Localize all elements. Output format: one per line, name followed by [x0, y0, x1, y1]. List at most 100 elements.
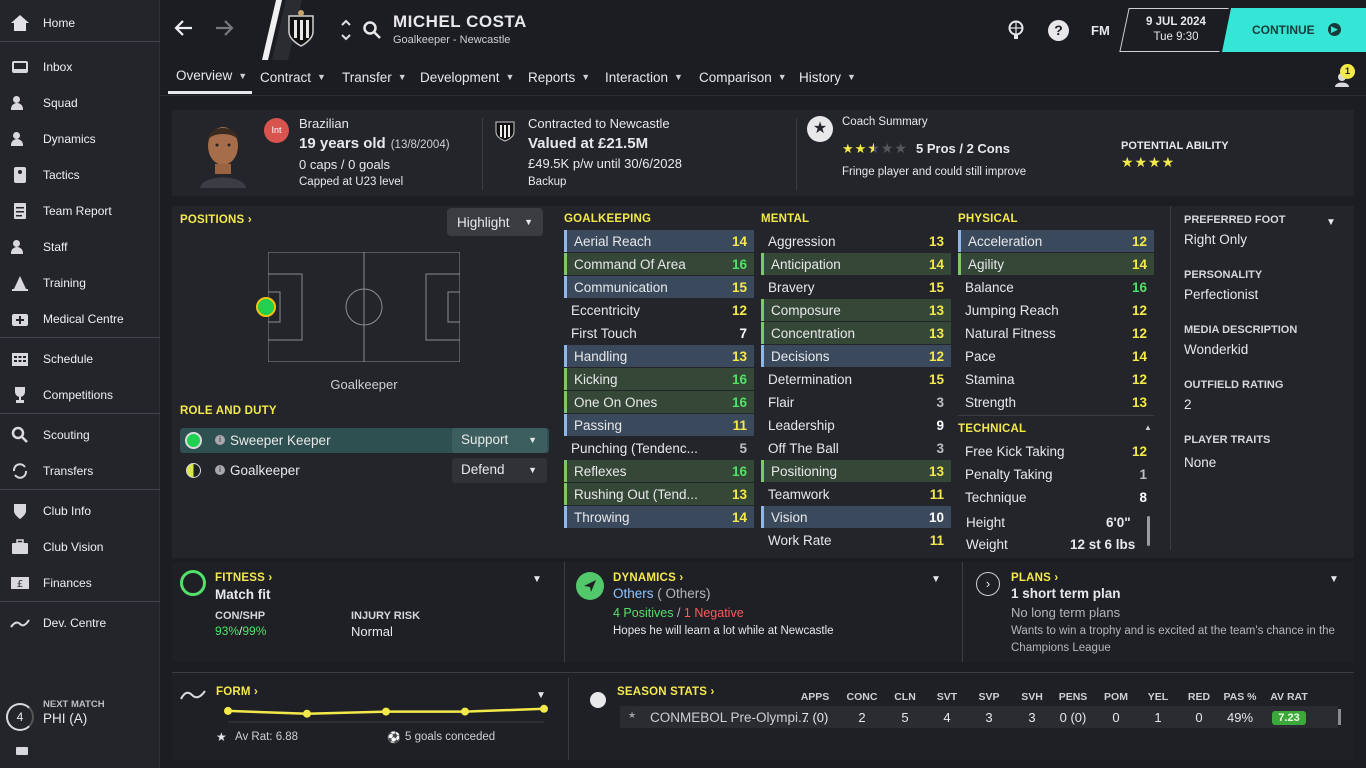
attribute-row[interactable]: Flair 3	[761, 391, 951, 413]
attribute-row[interactable]: Agility 14	[958, 253, 1154, 275]
sidebar-item-club-vision[interactable]: Club Vision	[0, 532, 160, 562]
sidebar-item-team-report[interactable]: Team Report	[0, 196, 160, 226]
collapse-up-icon[interactable]: ▲	[1144, 423, 1152, 432]
attribute-row[interactable]: Pace 14	[958, 345, 1154, 367]
form-point[interactable]	[224, 706, 232, 715]
attribute-row[interactable]: Bravery 15	[761, 276, 951, 298]
sidebar-item-competitions[interactable]: Competitions	[0, 380, 160, 410]
attribute-row[interactable]: Punching (Tendenc... 5	[564, 437, 754, 459]
info-icon[interactable]: i	[215, 465, 225, 475]
attribute-row[interactable]: Determination 15	[761, 368, 951, 390]
sidebar-item-transfers[interactable]: Transfers	[0, 456, 160, 486]
scrollbar[interactable]	[1338, 709, 1341, 725]
scrollbar[interactable]	[1147, 516, 1150, 546]
sidebar-item-dev-centre[interactable]: Dev. Centre	[0, 608, 160, 638]
attribute-row[interactable]: Passing 11	[564, 414, 754, 436]
stat-header[interactable]: POM	[1097, 691, 1135, 703]
sidebar-item-home[interactable]: Home	[0, 8, 160, 38]
tab-contract[interactable]: Contract ▼	[260, 60, 326, 94]
tab-reports[interactable]: Reports ▼	[528, 60, 590, 94]
search-icon[interactable]	[362, 20, 382, 43]
attribute-row[interactable]: Handling 13	[564, 345, 754, 367]
attribute-row[interactable]: Throwing 14	[564, 506, 754, 528]
form-link[interactable]: FORM ›	[216, 686, 258, 698]
attribute-row[interactable]: Communication 15	[564, 276, 754, 298]
sidebar-item-squad[interactable]: Squad	[0, 88, 160, 118]
sidebar-item-scouting[interactable]: Scouting	[0, 420, 160, 450]
stat-header[interactable]: YEL	[1139, 691, 1177, 703]
attribute-row[interactable]: Aerial Reach 14	[564, 230, 754, 252]
attribute-row[interactable]: Jumping Reach 12	[958, 299, 1154, 321]
attribute-row[interactable]: Concentration 13	[761, 322, 951, 344]
sidebar-item-tactics[interactable]: Tactics	[0, 160, 160, 190]
chevron-down-icon[interactable]: ▼	[1326, 217, 1336, 228]
stat-header[interactable]: CONC	[843, 691, 881, 703]
tab-transfer[interactable]: Transfer ▼	[342, 60, 407, 94]
fm-menu-button[interactable]: FM	[1091, 23, 1110, 38]
attribute-row[interactable]: Technique 8	[958, 486, 1154, 508]
attribute-row[interactable]: Composure 13	[761, 299, 951, 321]
stat-header[interactable]: AV RAT	[1270, 691, 1308, 703]
positions-link[interactable]: POSITIONS ›	[180, 214, 252, 226]
social-group-name[interactable]: Others	[613, 586, 654, 601]
tab-comparison[interactable]: Comparison ▼	[699, 60, 787, 94]
player-switch-chevrons-icon[interactable]	[341, 18, 351, 45]
attribute-row[interactable]: Natural Fitness 12	[958, 322, 1154, 344]
attribute-row[interactable]: Anticipation 14	[761, 253, 951, 275]
help-icon[interactable]: ?	[1048, 20, 1069, 41]
tab-interaction[interactable]: Interaction ▼	[605, 60, 683, 94]
attribute-row[interactable]: Off The Ball 3	[761, 437, 951, 459]
attribute-row[interactable]: Teamwork 11	[761, 483, 951, 505]
fitness-link[interactable]: FITNESS ›	[215, 572, 272, 584]
attribute-row[interactable]: Eccentricity 12	[564, 299, 754, 321]
forward-arrow-icon[interactable]	[214, 18, 234, 41]
chevron-down-icon[interactable]: ▼	[532, 574, 542, 585]
attribute-row[interactable]: Acceleration 12	[958, 230, 1154, 252]
sidebar-item-medical[interactable]: Medical Centre	[0, 304, 160, 334]
attribute-row[interactable]: Balance 16	[958, 276, 1154, 298]
sidebar-item-staff[interactable]: Staff	[0, 232, 160, 262]
next-match-value[interactable]: PHI (A)	[43, 711, 87, 726]
stat-header[interactable]: RED	[1180, 691, 1218, 703]
form-point[interactable]	[461, 707, 469, 716]
plans-chevron-icon[interactable]: ›	[976, 572, 1000, 596]
position-dot-goalkeeper[interactable]	[256, 297, 276, 317]
attribute-row[interactable]: Vision 10	[761, 506, 951, 528]
attribute-row[interactable]: First Touch 7	[564, 322, 754, 344]
season-stats-link[interactable]: SEASON STATS ›	[617, 686, 715, 698]
sidebar-item-schedule[interactable]: Schedule	[0, 344, 160, 374]
chevron-down-icon[interactable]: ▼	[1329, 574, 1339, 585]
attribute-row[interactable]: Stamina 12	[958, 368, 1154, 390]
tab-development[interactable]: Development ▼	[420, 60, 514, 94]
info-icon[interactable]: i	[215, 435, 225, 445]
chevron-down-icon[interactable]: ▼	[931, 574, 941, 585]
sidebar-item-dynamics[interactable]: Dynamics	[0, 124, 160, 154]
attribute-row[interactable]: Strength 13	[958, 391, 1154, 413]
stat-header[interactable]: SVP	[970, 691, 1008, 703]
attribute-row[interactable]: Decisions 12	[761, 345, 951, 367]
chevron-down-icon[interactable]: ▼	[536, 690, 546, 701]
sidebar-item-inbox[interactable]: Inbox	[0, 52, 160, 82]
stat-header[interactable]: PAS %	[1221, 691, 1259, 703]
stat-header[interactable]: APPS	[796, 691, 834, 703]
tab-overview[interactable]: Overview ▼	[168, 60, 252, 94]
attribute-row[interactable]: Kicking 16	[564, 368, 754, 390]
form-point[interactable]	[540, 704, 548, 713]
duty-dropdown[interactable]: Defend ▼	[452, 458, 547, 483]
attribute-row[interactable]: Rushing Out (Tend... 13	[564, 483, 754, 505]
back-arrow-icon[interactable]	[174, 18, 194, 41]
stat-header[interactable]: PENS	[1054, 691, 1092, 703]
attribute-row[interactable]: Reflexes 16	[564, 460, 754, 482]
attribute-row[interactable]: Leadership 9	[761, 414, 951, 436]
form-point[interactable]	[303, 709, 311, 718]
attribute-row[interactable]: Free Kick Taking 12	[958, 440, 1154, 462]
attribute-row[interactable]: Aggression 13	[761, 230, 951, 252]
stat-header[interactable]: CLN	[886, 691, 924, 703]
attribute-row[interactable]: Command Of Area 16	[564, 253, 754, 275]
attribute-row[interactable]: Work Rate 11	[761, 529, 951, 551]
form-point[interactable]	[382, 707, 390, 716]
attribute-row[interactable]: Penalty Taking 1	[958, 463, 1154, 485]
dynamics-link[interactable]: DYNAMICS ›	[613, 572, 683, 584]
stat-header[interactable]: SVT	[928, 691, 966, 703]
stat-header[interactable]: SVH	[1013, 691, 1051, 703]
